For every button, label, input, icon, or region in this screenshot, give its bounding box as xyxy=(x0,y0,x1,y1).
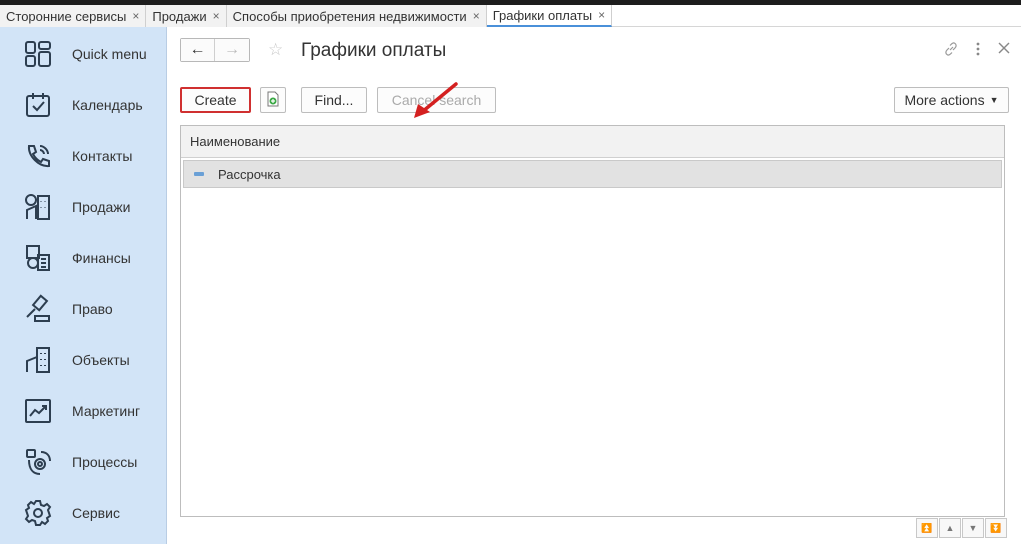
tab-label: Продажи xyxy=(152,8,207,24)
link-icon[interactable] xyxy=(943,41,959,61)
create-button[interactable]: Create xyxy=(180,87,251,113)
contacts-icon xyxy=(22,140,54,172)
sidebar-item-sales[interactable]: Продажи xyxy=(0,181,167,232)
sidebar-item-label: Контакты xyxy=(72,147,133,164)
close-icon[interactable]: × xyxy=(598,8,605,22)
law-icon xyxy=(22,293,54,325)
cancel-search-button[interactable]: Cancel search xyxy=(377,87,496,113)
row-marker-icon xyxy=(194,172,204,176)
chevron-down-icon: ▼ xyxy=(989,95,999,105)
tab-label: Сторонние сервисы xyxy=(6,8,127,24)
sidebar-item-objects[interactable]: Объекты xyxy=(0,334,167,385)
column-header-name[interactable]: Наименование xyxy=(181,126,1004,158)
sidebar-item-processes[interactable]: Процессы xyxy=(0,436,167,487)
sidebar-item-label: Сервис xyxy=(72,504,120,521)
close-icon[interactable]: × xyxy=(132,9,139,23)
toolbar: Create Find... Cancel search More action… xyxy=(180,87,1009,113)
list-scroll-controls: ⏫ ▲ ▼ ⏬ xyxy=(916,518,1007,538)
copy-icon xyxy=(265,91,281,110)
history-nav: ← → xyxy=(180,38,250,62)
scroll-top-button[interactable]: ⏫ xyxy=(916,518,938,538)
page-title: Графики оплаты xyxy=(301,40,447,61)
copy-button[interactable] xyxy=(260,87,286,113)
tab-list: Сторонние сервисы × Продажи × Способы пр… xyxy=(0,5,613,27)
table-row[interactable]: Рассрочка xyxy=(183,160,1002,188)
close-icon[interactable] xyxy=(997,41,1011,61)
close-icon[interactable]: × xyxy=(473,9,480,23)
process-icon xyxy=(22,446,54,478)
sidebar-item-calendar[interactable]: Календарь xyxy=(0,79,167,130)
buildings-icon xyxy=(22,344,54,376)
close-icon[interactable]: × xyxy=(213,9,220,23)
back-button[interactable]: ← xyxy=(181,39,215,61)
sidebar-item-contacts[interactable]: Контакты xyxy=(0,130,167,181)
tab-sales[interactable]: Продажи × xyxy=(146,5,227,27)
table-cell-name: Рассрочка xyxy=(218,166,281,182)
sidebar-item-label: Календарь xyxy=(72,96,143,113)
sidebar-item-law[interactable]: Право xyxy=(0,283,167,334)
finance-icon xyxy=(22,242,54,274)
tab-label: Графики оплаты xyxy=(492,7,593,23)
sidebar-item-label: Объекты xyxy=(72,351,130,368)
sidebar-item-label: Quick menu xyxy=(72,45,147,62)
tab-external-services[interactable]: Сторонние сервисы × xyxy=(0,5,147,27)
sidebar-item-label: Процессы xyxy=(72,453,138,470)
tab-acquisition-methods[interactable]: Способы приобретения недвижимости × xyxy=(226,5,487,27)
star-icon[interactable]: ☆ xyxy=(268,40,283,60)
scroll-up-button[interactable]: ▲ xyxy=(939,518,961,538)
sidebar-item-label: Продажи xyxy=(72,198,131,215)
sales-icon xyxy=(22,191,54,223)
tab-strip: Сторонние сервисы × Продажи × Способы пр… xyxy=(0,0,1021,27)
forward-button[interactable]: → xyxy=(215,39,249,61)
tab-payment-schedules[interactable]: Графики оплаты × xyxy=(486,5,613,27)
tab-label: Способы приобретения недвижимости xyxy=(232,8,467,24)
chart-icon xyxy=(22,395,54,427)
sidebar-item-label: Финансы xyxy=(72,249,131,266)
window-actions xyxy=(943,41,1011,61)
scroll-bottom-button[interactable]: ⏬ xyxy=(985,518,1007,538)
sidebar-item-marketing[interactable]: Маркетинг xyxy=(0,385,167,436)
sidebar-item-label: Маркетинг xyxy=(72,402,141,419)
main-panel: ← → ☆ Графики оплаты Create Find... Canc… xyxy=(168,27,1021,544)
gear-icon xyxy=(22,497,54,529)
sidebar-item-service[interactable]: Сервис xyxy=(0,487,167,538)
more-actions-label: More actions xyxy=(904,92,985,108)
more-actions-button[interactable]: More actions ▼ xyxy=(894,87,1009,113)
sidebar-item-quick-menu[interactable]: Quick menu xyxy=(0,28,167,79)
more-vert-icon[interactable] xyxy=(975,41,981,61)
sidebar-item-label: Право xyxy=(72,300,113,317)
find-button[interactable]: Find... xyxy=(301,87,367,113)
data-grid: Наименование Рассрочка xyxy=(180,125,1005,517)
quick-menu-icon xyxy=(22,38,54,70)
scroll-down-button[interactable]: ▼ xyxy=(962,518,984,538)
calendar-icon xyxy=(22,89,54,121)
sidebar: Quick menu Календарь Контакты Продажи Фи… xyxy=(0,27,167,544)
sidebar-item-finance[interactable]: Финансы xyxy=(0,232,167,283)
